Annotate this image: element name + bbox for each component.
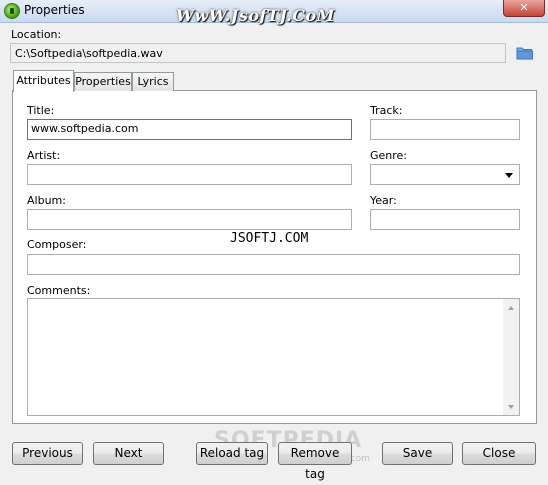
composer-input[interactable] (27, 254, 520, 275)
folder-icon[interactable] (516, 46, 533, 60)
watermark-top: WwW.JsofTJ.CoM (176, 6, 335, 25)
genre-select[interactable] (370, 164, 520, 185)
reload-tag-button[interactable]: Reload tag (196, 442, 268, 465)
comments-scrollbar[interactable] (503, 299, 519, 415)
year-label: Year: (370, 194, 397, 207)
title-label: Title: (27, 104, 55, 117)
album-input[interactable] (27, 209, 352, 230)
close-button[interactable]: Close (462, 442, 536, 465)
track-input[interactable] (370, 119, 520, 140)
location-label: Location: (11, 28, 62, 41)
composer-label: Composer: (27, 238, 87, 251)
scroll-down-arrow-icon[interactable] (508, 405, 514, 409)
window-title: Properties (24, 3, 85, 17)
tab-properties[interactable]: Properties (74, 72, 132, 91)
artist-label: Artist: (27, 149, 61, 162)
year-input[interactable] (370, 209, 520, 230)
title-input[interactable]: www.softpedia.com (27, 119, 352, 140)
tab-lyrics[interactable]: Lyrics (132, 72, 174, 91)
previous-button[interactable]: Previous (12, 442, 83, 465)
comments-label: Comments: (27, 284, 91, 297)
tab-attributes[interactable]: Attributes (13, 70, 74, 92)
album-label: Album: (27, 194, 66, 207)
next-button[interactable]: Next (93, 442, 164, 465)
location-field: C:\Softpedia\softpedia.wav (10, 43, 506, 63)
artist-input[interactable] (27, 164, 352, 185)
save-button[interactable]: Save (382, 442, 453, 465)
genre-label: Genre: (370, 149, 408, 162)
window-close-button[interactable]: ✕ (503, 0, 545, 17)
app-icon (4, 3, 20, 19)
comments-textarea[interactable] (27, 298, 520, 416)
scroll-up-arrow-icon[interactable] (508, 306, 514, 310)
watermark-middle: JSOFTJ.COM (230, 231, 309, 246)
track-label: Track: (370, 104, 403, 117)
remove-tag-button[interactable]: Remove tag (278, 442, 352, 481)
